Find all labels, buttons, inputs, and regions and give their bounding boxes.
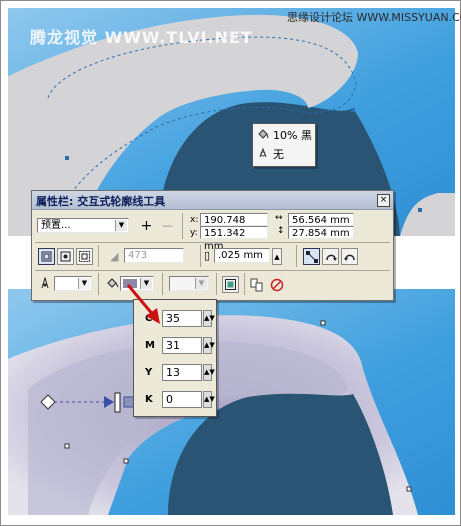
offset-spinner[interactable]: ▲ <box>272 248 282 265</box>
separator <box>35 270 390 271</box>
bottom-canvas[interactable] <box>8 289 455 515</box>
width-arrows-icon: ↔ <box>275 213 283 223</box>
clockwise-contour-color-button[interactable] <box>322 248 339 265</box>
height-arrows-icon: ↕ <box>277 226 285 236</box>
cmyk-k-field[interactable]: 0 <box>162 391 202 408</box>
context-item-fill[interactable]: 10% 黑 <box>257 127 312 143</box>
fill-bucket-icon <box>106 277 119 292</box>
outline-pen-icon <box>40 276 50 292</box>
copy-contour-properties-button[interactable] <box>248 276 265 293</box>
separator <box>35 242 390 243</box>
add-preset-button[interactable]: + <box>138 217 155 234</box>
property-bar-title: 属性栏: 交互式轮廓线工具 <box>36 195 166 208</box>
object-color-properties-button[interactable] <box>222 276 239 293</box>
divider <box>182 213 183 239</box>
chevron-down-icon: ▼ <box>195 278 207 289</box>
close-button[interactable]: × <box>377 194 390 207</box>
end-color-dropdown[interactable]: ▼ <box>169 276 209 291</box>
counterclockwise-contour-color-button[interactable] <box>341 248 358 265</box>
contour-steps-field[interactable]: 473 <box>124 248 184 263</box>
context-popup[interactable]: 10% 黑 无 <box>252 123 316 167</box>
x-position-field[interactable]: 190.748 mm <box>200 213 268 239</box>
bottom-artwork <box>8 289 455 515</box>
cmyk-m-label: M <box>145 340 155 351</box>
cmyk-y-spinner[interactable]: ▲▼ <box>203 364 215 381</box>
annotation-arrow-icon <box>126 284 160 324</box>
cmyk-y-label: Y <box>145 367 153 378</box>
chevron-down-icon: ▼ <box>78 278 90 289</box>
preset-dropdown[interactable]: 预置... ▼ <box>37 218 129 233</box>
context-item-none-label: 无 <box>273 148 284 161</box>
property-bar-titlebar[interactable]: 属性栏: 交互式轮廓线工具 × <box>32 191 393 210</box>
cmyk-m-field[interactable]: 31 <box>162 337 202 354</box>
contour-offset-value: .025 mm <box>218 250 263 261</box>
no-fill-icon <box>257 147 269 162</box>
watermark-right: 思缘设计论坛 WWW.MISSYUAN.COM <box>287 11 461 24</box>
contour-steps-value: 473 <box>128 250 148 261</box>
divider <box>296 245 297 267</box>
remove-preset-button[interactable]: — <box>159 217 176 234</box>
outline-color-dropdown[interactable]: ▼ <box>54 276 92 291</box>
y-position-field[interactable]: 151.342 mm <box>200 226 268 252</box>
steps-icon: ◢ <box>110 250 119 263</box>
contour-inside-button[interactable] <box>57 248 74 265</box>
contour-offset-field[interactable]: .025 mm <box>214 248 270 263</box>
divider <box>244 273 245 295</box>
cmyk-m-spinner[interactable]: ▲▼ <box>203 337 215 354</box>
preset-value: 预置... <box>41 220 71 231</box>
divider <box>98 245 99 267</box>
cmyk-y-field[interactable]: 13 <box>162 364 202 381</box>
context-item-fill-label: 10% 黑 <box>273 129 312 142</box>
clear-contour-button[interactable] <box>268 276 285 293</box>
fill-bucket-icon <box>257 128 269 143</box>
cmyk-row-m: M 31 ▲▼ <box>140 337 215 355</box>
cmyk-c-spinner[interactable]: ▲▼ <box>203 310 215 327</box>
watermark-left: 腾龙视觉 WWW.TLVI.NET <box>30 28 253 47</box>
property-bar-window[interactable]: 属性栏: 交互式轮廓线工具 × 预置... ▼ + — x: 190.748 m… <box>31 190 394 301</box>
context-item-none[interactable]: 无 <box>257 146 284 162</box>
divider <box>216 273 217 295</box>
width-field[interactable]: 56.564 mm <box>288 213 354 226</box>
height-field[interactable]: 27.854 mm <box>288 226 354 239</box>
offset-icon: ▯ <box>204 249 211 262</box>
linear-contour-color-button[interactable] <box>303 248 320 265</box>
x-label: x: <box>190 215 199 225</box>
cmyk-row-k: K 0 ▲▼ <box>140 391 215 409</box>
contour-outside-button[interactable] <box>76 248 93 265</box>
cmyk-k-spinner[interactable]: ▲▼ <box>203 391 215 408</box>
divider <box>200 245 201 267</box>
divider <box>98 273 99 295</box>
cmyk-row-y: Y 13 ▲▼ <box>140 364 215 382</box>
y-label: y: <box>190 228 198 238</box>
contour-to-center-button[interactable] <box>38 248 55 265</box>
chevron-down-icon: ▼ <box>115 220 127 231</box>
cmyk-k-label: K <box>145 394 153 405</box>
